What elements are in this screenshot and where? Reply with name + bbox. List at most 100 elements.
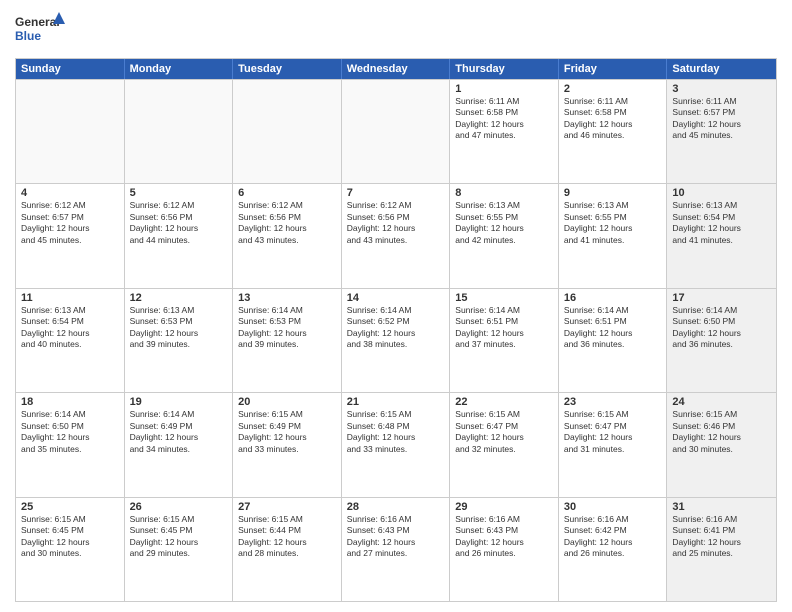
day-cell-24: 24Sunrise: 6:15 AM Sunset: 6:46 PM Dayli…: [667, 393, 776, 496]
day-number: 17: [672, 292, 771, 304]
calendar-body: 1Sunrise: 6:11 AM Sunset: 6:58 PM Daylig…: [16, 79, 776, 601]
day-number: 9: [564, 187, 662, 199]
day-cell-22: 22Sunrise: 6:15 AM Sunset: 6:47 PM Dayli…: [450, 393, 559, 496]
day-cell-20: 20Sunrise: 6:15 AM Sunset: 6:49 PM Dayli…: [233, 393, 342, 496]
day-cell-4: 4Sunrise: 6:12 AM Sunset: 6:57 PM Daylig…: [16, 184, 125, 287]
day-cell-19: 19Sunrise: 6:14 AM Sunset: 6:49 PM Dayli…: [125, 393, 234, 496]
day-info: Sunrise: 6:13 AM Sunset: 6:54 PM Dayligh…: [21, 305, 119, 351]
calendar-row-3: 11Sunrise: 6:13 AM Sunset: 6:54 PM Dayli…: [16, 288, 776, 392]
day-info: Sunrise: 6:15 AM Sunset: 6:48 PM Dayligh…: [347, 409, 445, 455]
day-header-friday: Friday: [559, 59, 668, 79]
day-info: Sunrise: 6:13 AM Sunset: 6:55 PM Dayligh…: [564, 200, 662, 246]
day-number: 12: [130, 292, 228, 304]
day-header-sunday: Sunday: [16, 59, 125, 79]
day-cell-21: 21Sunrise: 6:15 AM Sunset: 6:48 PM Dayli…: [342, 393, 451, 496]
day-number: 31: [672, 501, 771, 513]
day-info: Sunrise: 6:15 AM Sunset: 6:45 PM Dayligh…: [21, 514, 119, 560]
day-cell-26: 26Sunrise: 6:15 AM Sunset: 6:45 PM Dayli…: [125, 498, 234, 601]
day-cell-14: 14Sunrise: 6:14 AM Sunset: 6:52 PM Dayli…: [342, 289, 451, 392]
day-number: 21: [347, 396, 445, 408]
day-info: Sunrise: 6:11 AM Sunset: 6:57 PM Dayligh…: [672, 96, 771, 142]
day-number: 10: [672, 187, 771, 199]
day-info: Sunrise: 6:11 AM Sunset: 6:58 PM Dayligh…: [564, 96, 662, 142]
day-cell-12: 12Sunrise: 6:13 AM Sunset: 6:53 PM Dayli…: [125, 289, 234, 392]
day-number: 23: [564, 396, 662, 408]
day-cell-5: 5Sunrise: 6:12 AM Sunset: 6:56 PM Daylig…: [125, 184, 234, 287]
day-cell-6: 6Sunrise: 6:12 AM Sunset: 6:56 PM Daylig…: [233, 184, 342, 287]
day-cell-1: 1Sunrise: 6:11 AM Sunset: 6:58 PM Daylig…: [450, 80, 559, 183]
day-cell-11: 11Sunrise: 6:13 AM Sunset: 6:54 PM Dayli…: [16, 289, 125, 392]
calendar: SundayMondayTuesdayWednesdayThursdayFrid…: [15, 58, 777, 602]
day-number: 4: [21, 187, 119, 199]
day-cell-31: 31Sunrise: 6:16 AM Sunset: 6:41 PM Dayli…: [667, 498, 776, 601]
day-number: 14: [347, 292, 445, 304]
logo: General Blue: [15, 10, 65, 50]
day-number: 16: [564, 292, 662, 304]
day-cell-18: 18Sunrise: 6:14 AM Sunset: 6:50 PM Dayli…: [16, 393, 125, 496]
day-info: Sunrise: 6:14 AM Sunset: 6:50 PM Dayligh…: [672, 305, 771, 351]
day-info: Sunrise: 6:15 AM Sunset: 6:44 PM Dayligh…: [238, 514, 336, 560]
day-cell-8: 8Sunrise: 6:13 AM Sunset: 6:55 PM Daylig…: [450, 184, 559, 287]
day-info: Sunrise: 6:12 AM Sunset: 6:56 PM Dayligh…: [238, 200, 336, 246]
day-info: Sunrise: 6:12 AM Sunset: 6:56 PM Dayligh…: [347, 200, 445, 246]
day-number: 28: [347, 501, 445, 513]
day-info: Sunrise: 6:16 AM Sunset: 6:42 PM Dayligh…: [564, 514, 662, 560]
calendar-row-5: 25Sunrise: 6:15 AM Sunset: 6:45 PM Dayli…: [16, 497, 776, 601]
day-cell-16: 16Sunrise: 6:14 AM Sunset: 6:51 PM Dayli…: [559, 289, 668, 392]
empty-cell-0-3: [342, 80, 451, 183]
day-header-tuesday: Tuesday: [233, 59, 342, 79]
empty-cell-0-1: [125, 80, 234, 183]
empty-cell-0-0: [16, 80, 125, 183]
header: General Blue: [15, 10, 777, 50]
day-info: Sunrise: 6:16 AM Sunset: 6:43 PM Dayligh…: [455, 514, 553, 560]
day-number: 30: [564, 501, 662, 513]
day-cell-9: 9Sunrise: 6:13 AM Sunset: 6:55 PM Daylig…: [559, 184, 668, 287]
day-info: Sunrise: 6:15 AM Sunset: 6:46 PM Dayligh…: [672, 409, 771, 455]
day-cell-25: 25Sunrise: 6:15 AM Sunset: 6:45 PM Dayli…: [16, 498, 125, 601]
day-info: Sunrise: 6:13 AM Sunset: 6:54 PM Dayligh…: [672, 200, 771, 246]
day-info: Sunrise: 6:15 AM Sunset: 6:49 PM Dayligh…: [238, 409, 336, 455]
day-info: Sunrise: 6:13 AM Sunset: 6:53 PM Dayligh…: [130, 305, 228, 351]
day-number: 11: [21, 292, 119, 304]
day-cell-10: 10Sunrise: 6:13 AM Sunset: 6:54 PM Dayli…: [667, 184, 776, 287]
day-cell-13: 13Sunrise: 6:14 AM Sunset: 6:53 PM Dayli…: [233, 289, 342, 392]
day-header-thursday: Thursday: [450, 59, 559, 79]
day-header-monday: Monday: [125, 59, 234, 79]
svg-text:Blue: Blue: [15, 29, 41, 43]
day-number: 3: [672, 83, 771, 95]
day-info: Sunrise: 6:15 AM Sunset: 6:47 PM Dayligh…: [564, 409, 662, 455]
day-cell-3: 3Sunrise: 6:11 AM Sunset: 6:57 PM Daylig…: [667, 80, 776, 183]
day-number: 22: [455, 396, 553, 408]
day-number: 19: [130, 396, 228, 408]
day-number: 2: [564, 83, 662, 95]
calendar-row-1: 1Sunrise: 6:11 AM Sunset: 6:58 PM Daylig…: [16, 79, 776, 183]
day-cell-2: 2Sunrise: 6:11 AM Sunset: 6:58 PM Daylig…: [559, 80, 668, 183]
day-number: 27: [238, 501, 336, 513]
day-number: 29: [455, 501, 553, 513]
day-info: Sunrise: 6:12 AM Sunset: 6:57 PM Dayligh…: [21, 200, 119, 246]
day-number: 7: [347, 187, 445, 199]
day-cell-28: 28Sunrise: 6:16 AM Sunset: 6:43 PM Dayli…: [342, 498, 451, 601]
day-number: 26: [130, 501, 228, 513]
day-cell-23: 23Sunrise: 6:15 AM Sunset: 6:47 PM Dayli…: [559, 393, 668, 496]
day-info: Sunrise: 6:14 AM Sunset: 6:51 PM Dayligh…: [564, 305, 662, 351]
calendar-row-4: 18Sunrise: 6:14 AM Sunset: 6:50 PM Dayli…: [16, 392, 776, 496]
day-info: Sunrise: 6:12 AM Sunset: 6:56 PM Dayligh…: [130, 200, 228, 246]
day-number: 25: [21, 501, 119, 513]
day-number: 24: [672, 396, 771, 408]
day-cell-17: 17Sunrise: 6:14 AM Sunset: 6:50 PM Dayli…: [667, 289, 776, 392]
day-number: 13: [238, 292, 336, 304]
day-info: Sunrise: 6:14 AM Sunset: 6:53 PM Dayligh…: [238, 305, 336, 351]
day-number: 6: [238, 187, 336, 199]
svg-text:General: General: [15, 15, 60, 29]
day-info: Sunrise: 6:13 AM Sunset: 6:55 PM Dayligh…: [455, 200, 553, 246]
day-info: Sunrise: 6:14 AM Sunset: 6:51 PM Dayligh…: [455, 305, 553, 351]
day-cell-7: 7Sunrise: 6:12 AM Sunset: 6:56 PM Daylig…: [342, 184, 451, 287]
page: General Blue SundayMondayTuesdayWednesda…: [0, 0, 792, 612]
day-info: Sunrise: 6:14 AM Sunset: 6:49 PM Dayligh…: [130, 409, 228, 455]
day-header-wednesday: Wednesday: [342, 59, 451, 79]
day-info: Sunrise: 6:15 AM Sunset: 6:45 PM Dayligh…: [130, 514, 228, 560]
day-info: Sunrise: 6:16 AM Sunset: 6:41 PM Dayligh…: [672, 514, 771, 560]
logo-svg: General Blue: [15, 10, 65, 50]
day-header-saturday: Saturday: [667, 59, 776, 79]
